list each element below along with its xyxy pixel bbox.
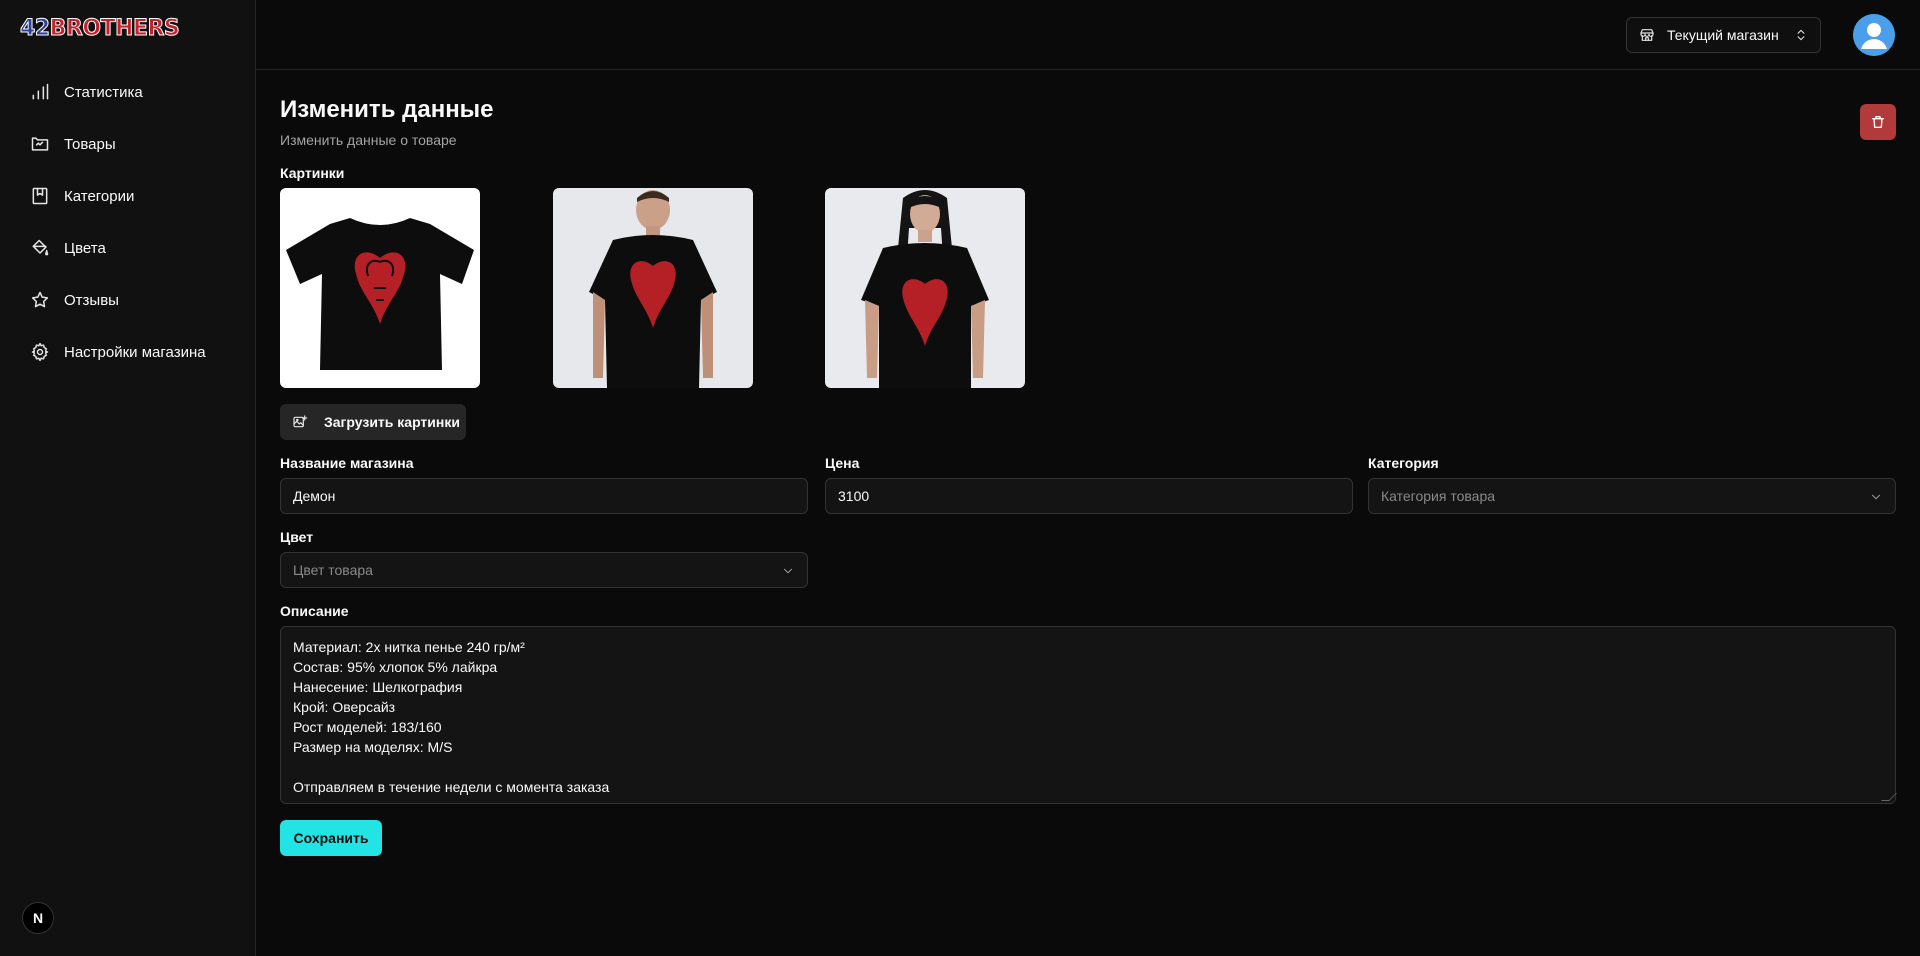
description-line: Крой: Оверсайз [293,699,396,715]
description-line: Отправляем в течение недели с момента за… [293,779,610,795]
image-plus-icon [292,414,308,430]
sidebar-item-store-settings[interactable]: Настройки магазина [0,326,256,378]
sidebar-item-label: Цвета [64,239,106,257]
description-line: Материал: 2х нитка пенье 240 гр/м² [293,639,525,655]
upload-images-button[interactable]: Загрузить картинки [280,404,466,440]
category-label: Категория [1368,455,1439,471]
name-input[interactable]: Демон [280,478,808,514]
delete-button[interactable] [1860,104,1896,140]
product-image-3[interactable] [825,188,1025,388]
sidebar-item-label: Категории [64,187,135,205]
description-line: Состав: 95% хлопок 5% лайкра [293,659,498,675]
sidebar-item-categories[interactable]: Категории [0,170,256,222]
chevrons-up-down-icon [1794,28,1808,42]
price-label: Цена [825,455,860,471]
color-label: Цвет [280,529,314,545]
sidebar-item-colors[interactable]: Цвета [0,222,256,274]
category-select[interactable]: Категория товара [1368,478,1896,514]
sidebar-item-label: Статистика [64,83,143,101]
upload-images-label: Загрузить картинки [324,414,460,430]
page-title: Изменить данные [280,96,494,123]
star-icon [30,290,50,310]
product-frame-icon [30,134,50,154]
sidebar-item-label: Отзывы [64,291,119,309]
chevron-down-icon [781,564,795,578]
store-switcher[interactable]: Текущий магазин [1626,17,1821,53]
sidebar-item-products[interactable]: Товары [0,118,256,170]
description-label: Описание [280,603,349,619]
user-avatar[interactable] [1853,14,1895,56]
chevron-down-icon [1869,490,1883,504]
images-label: Картинки [280,165,345,181]
color-placeholder: Цвет товара [293,562,373,578]
sidebar-item-statistics[interactable]: Статистика [0,66,256,118]
description-line [293,757,1883,777]
color-select[interactable]: Цвет товара [280,552,808,588]
sidebar: 42BROTHERS Статистика Товары Категории Ц… [0,0,256,956]
description-textarea[interactable]: Материал: 2х нитка пенье 240 гр/м² Соста… [280,626,1897,804]
logo-number: 42 [20,16,51,42]
topbar: Текущий магазин [256,0,1920,70]
product-image-1[interactable] [280,188,480,388]
description-line: Нанесение: Шелкография [293,679,463,695]
resize-handle[interactable] [1881,793,1897,801]
store-switcher-label: Текущий магазин [1667,27,1779,43]
category-placeholder: Категория товара [1381,488,1496,504]
product-image-2[interactable] [553,188,753,388]
logo-word: BROTHERS [49,16,180,42]
sidebar-item-label: Товары [64,135,116,153]
bar-chart-icon [30,82,50,102]
bookmark-icon [30,186,50,206]
user-icon [1853,14,1895,56]
paint-bucket-icon [30,238,50,258]
framework-badge[interactable]: N [22,902,54,934]
page-subtitle: Изменить данные о товаре [280,132,457,148]
brand-logo[interactable]: 42BROTHERS [20,16,181,42]
save-button[interactable]: Сохранить [280,820,382,856]
description-line: Рост моделей: 183/160 [293,719,442,735]
description-line: Размер на моделях: M/S [293,739,453,755]
store-icon [1639,27,1655,43]
sidebar-item-label: Настройки магазина [64,343,206,361]
trash-icon [1872,116,1884,128]
main-content: Текущий магазин Изменить данные Изменить… [256,0,1920,956]
name-label: Название магазина [280,455,414,471]
sidebar-item-reviews[interactable]: Отзывы [0,274,256,326]
sidebar-nav: Статистика Товары Категории Цвета Отзывы… [0,66,256,378]
gear-icon [30,342,50,362]
price-input[interactable]: 3100 [825,478,1353,514]
